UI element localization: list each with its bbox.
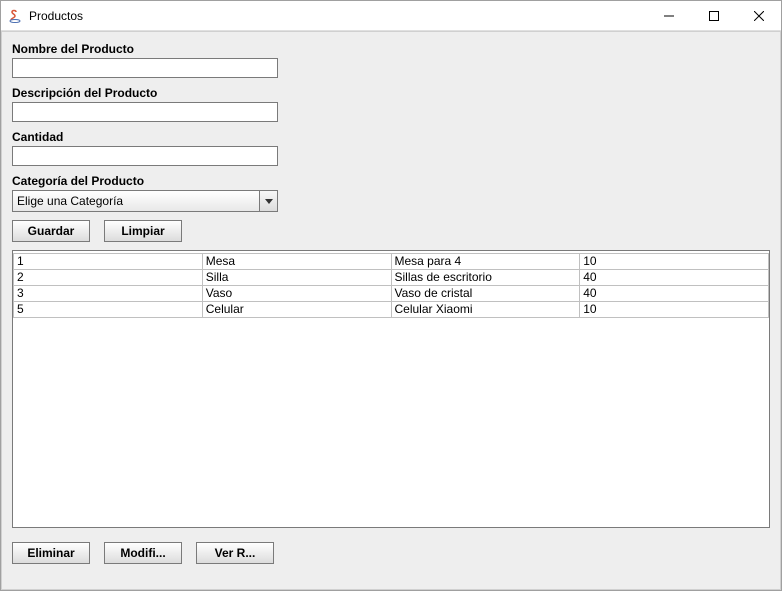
quantity-input[interactable] — [12, 146, 278, 166]
table-row[interactable]: 1MesaMesa para 410 — [14, 254, 769, 270]
top-button-row: Guardar Limpiar — [12, 220, 770, 242]
table-row[interactable]: 5CelularCelular Xiaomi10 — [14, 302, 769, 318]
table-cell: Celular — [202, 302, 391, 318]
category-combobox[interactable]: Elige una Categoría — [12, 190, 278, 212]
clear-button[interactable]: Limpiar — [104, 220, 182, 242]
table-cell: 2 — [14, 270, 203, 286]
table-row[interactable]: 3VasoVaso de cristal40 — [14, 286, 769, 302]
products-table[interactable]: 1MesaMesa para 4102SillaSillas de escrit… — [13, 253, 769, 318]
window-controls — [646, 1, 781, 30]
category-field-group: Categoría del Producto Elige una Categor… — [12, 174, 770, 212]
category-label: Categoría del Producto — [12, 174, 770, 188]
bottom-button-row: Eliminar Modifi... Ver R... — [12, 542, 770, 564]
description-field-group: Descripción del Producto — [12, 86, 770, 122]
table-cell: Celular Xiaomi — [391, 302, 580, 318]
delete-button[interactable]: Eliminar — [12, 542, 90, 564]
category-selected-text: Elige una Categoría — [13, 191, 259, 211]
name-label: Nombre del Producto — [12, 42, 770, 56]
table-cell: 5 — [14, 302, 203, 318]
table-cell: 40 — [580, 286, 769, 302]
save-button[interactable]: Guardar — [12, 220, 90, 242]
table-cell: Silla — [202, 270, 391, 286]
description-label: Descripción del Producto — [12, 86, 770, 100]
table-cell: 1 — [14, 254, 203, 270]
description-input[interactable] — [12, 102, 278, 122]
java-icon — [7, 8, 23, 24]
table-cell: Vaso — [202, 286, 391, 302]
table-cell: 10 — [580, 254, 769, 270]
app-window: Productos Nombre del Producto Descripció… — [0, 0, 782, 591]
table-cell: 10 — [580, 302, 769, 318]
content-panel: Nombre del Producto Descripción del Prod… — [1, 31, 781, 590]
titlebar: Productos — [1, 1, 781, 31]
maximize-button[interactable] — [691, 1, 736, 30]
chevron-down-icon — [259, 191, 277, 211]
table-cell: 40 — [580, 270, 769, 286]
view-button[interactable]: Ver R... — [196, 542, 274, 564]
modify-button[interactable]: Modifi... — [104, 542, 182, 564]
minimize-button[interactable] — [646, 1, 691, 30]
name-field-group: Nombre del Producto — [12, 42, 770, 78]
close-button[interactable] — [736, 1, 781, 30]
table-cell: 3 — [14, 286, 203, 302]
name-input[interactable] — [12, 58, 278, 78]
table-row[interactable]: 2SillaSillas de escritorio40 — [14, 270, 769, 286]
window-title: Productos — [29, 9, 646, 23]
quantity-label: Cantidad — [12, 130, 770, 144]
table-cell: Mesa — [202, 254, 391, 270]
table-cell: Mesa para 4 — [391, 254, 580, 270]
table-cell: Sillas de escritorio — [391, 270, 580, 286]
table-container: 1MesaMesa para 4102SillaSillas de escrit… — [12, 250, 770, 528]
quantity-field-group: Cantidad — [12, 130, 770, 166]
table-cell: Vaso de cristal — [391, 286, 580, 302]
